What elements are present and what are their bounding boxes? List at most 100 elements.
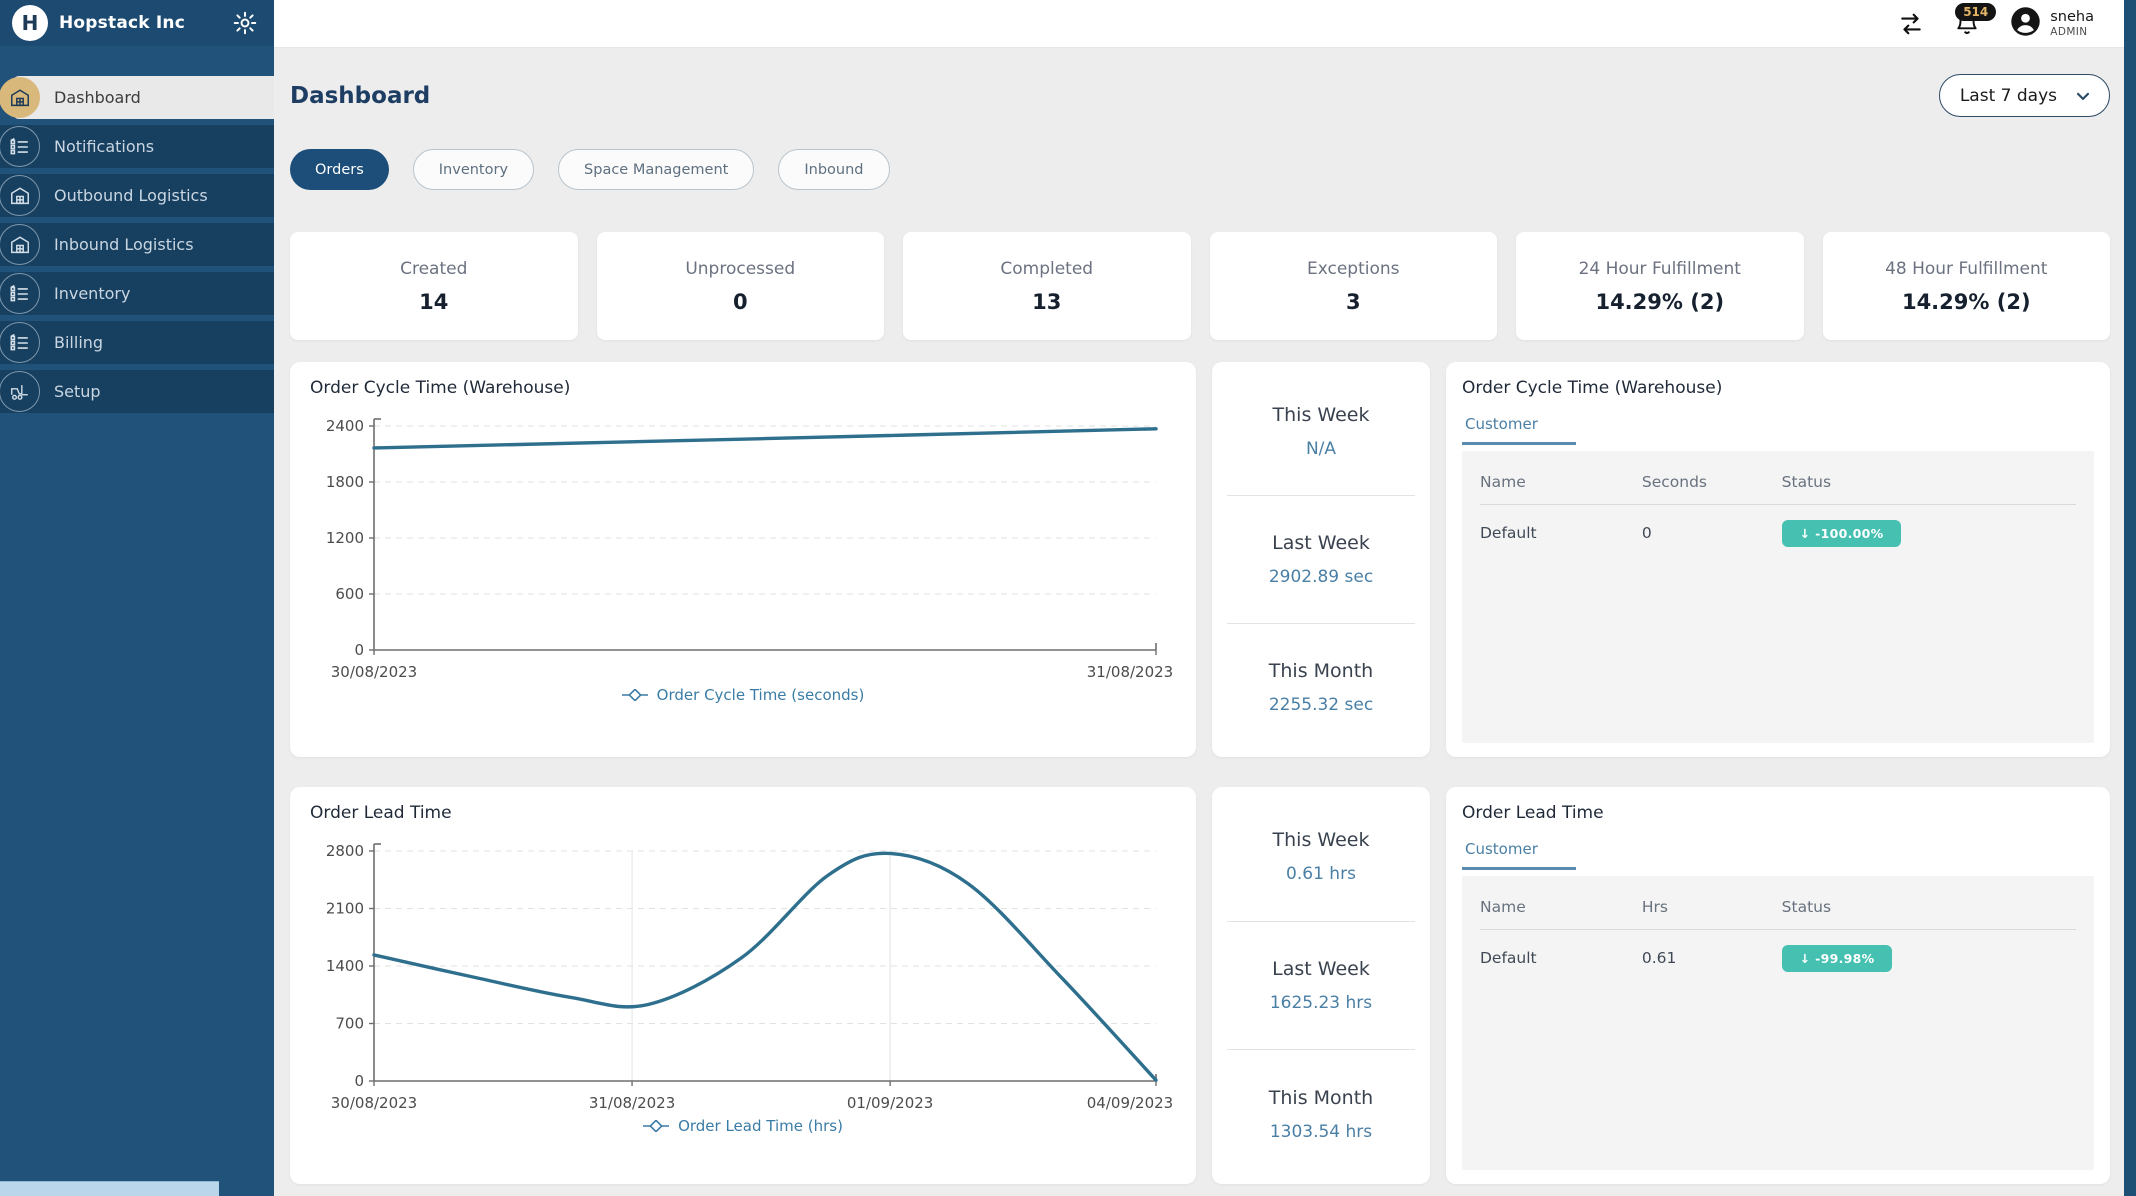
sidebar-item-label: Setup [54,382,101,401]
page-title: Dashboard [290,82,431,109]
stat-value: 14 [419,289,449,314]
warehouse-icon [0,77,40,118]
summary-this-week: This Week 0.61 hrs [1227,793,1415,922]
stat-card-unprocessed: Unprocessed 0 [596,232,884,340]
svg-text:1200: 1200 [326,529,364,547]
stat-label: 24 Hour Fulfillment [1578,258,1741,279]
date-range-value: Last 7 days [1959,85,2057,106]
avatar-icon [2010,6,2041,41]
topbar: 514 sneha ADMIN [274,0,2124,48]
summary-this-month: This Month 1303.54 hrs [1268,1086,1374,1142]
tab-inventory[interactable]: Inventory [412,149,535,190]
user-role: ADMIN [2050,26,2088,38]
warehouse-icon [0,224,40,265]
main-content: Dashboard Last 7 days Orders Inventory S… [274,48,2124,1196]
stat-value: 14.29% (2) [1901,289,2031,314]
svg-text:0: 0 [354,641,364,659]
order-cycle-time-chart-card: Order Cycle Time (Warehouse) 0 600 1200 180… [290,362,1196,757]
svg-text:2800: 2800 [326,842,364,860]
stats-row: Created 14 Unprocessed 0 Completed 13 Ex… [290,232,2110,340]
sidebar-item-label: Inbound Logistics [54,235,194,254]
svg-text:2100: 2100 [326,900,364,918]
warehouse-icon [0,175,40,216]
svg-text:2400: 2400 [326,417,364,435]
order-lead-time-chart: 0 700 1400 2100 2800 30/08/2023 31/08/2023 01/0… [326,842,1172,1112]
table-title: Order Cycle Time (Warehouse) [1462,378,1723,398]
sidebar-item-label: Inventory [54,284,131,303]
stat-card-48h-fulfillment: 48 Hour Fulfillment 14.29% (2) [1822,232,2110,340]
browser-status-tooltip [0,1181,219,1196]
stat-value: 3 [1345,289,1361,314]
legend-label: Order Lead Time (hrs) [678,1117,843,1135]
notifications-bell-icon[interactable]: 514 [1954,2,1997,37]
sidebar-item-dashboard[interactable]: Dashboard [0,76,274,119]
table-body: Name Hrs Status Default 0.61 ↓ -99.98% [1462,876,2094,1170]
tab-customer[interactable]: Customer [1462,415,1576,445]
stat-value: 13 [1032,289,1062,314]
chevron-down-icon [2076,92,2090,100]
table-header-row: Name Seconds Status [1480,457,2076,505]
status-badge: ↓ -100.00% [1781,520,1902,547]
stat-card-completed: Completed 13 [903,232,1191,340]
cycle-time-customer-table-card: Order Cycle Time (Warehouse) Customer Na… [1446,362,2110,757]
stat-label: Exceptions [1306,258,1400,279]
stat-label: Completed [1000,258,1094,279]
summary-this-month: This Month 2255.32 sec [1268,660,1374,715]
dashboard-filter-tabs: Orders Inventory Space Management Inboun… [290,149,2110,190]
summary-last-week: Last Week 2902.89 sec [1227,496,1415,624]
stat-value: 14.29% (2) [1595,289,1725,314]
forklift-icon [0,371,40,412]
sidebar-item-inventory[interactable]: Inventory [0,272,274,315]
tab-customer[interactable]: Customer [1462,840,1576,870]
sidebar-item-outbound-logistics[interactable]: Outbound Logistics [0,174,274,217]
svg-text:31/08/2023: 31/08/2023 [1087,663,1172,681]
stat-label: Unprocessed [685,258,796,279]
lead-time-customer-table-card: Order Lead Time Customer Name Hrs Status… [1446,787,2110,1184]
svg-text:1800: 1800 [326,473,364,491]
sidebar-item-setup[interactable]: Setup [0,370,274,413]
tab-inbound[interactable]: Inbound [778,149,890,190]
checklist-icon [0,322,40,363]
gear-icon[interactable] [232,10,258,36]
stat-value: 0 [732,289,748,314]
chart-title: Order Cycle Time (Warehouse) [310,378,571,398]
legend-marker-icon [621,689,648,701]
app-window: H Hopstack Inc Dashboard Notifications O… [0,0,2136,1196]
stat-card-created: Created 14 [290,232,578,340]
svg-text:31/08/2023: 31/08/2023 [589,1094,675,1112]
transfer-arrows-icon[interactable] [1898,11,1924,37]
notification-count-badge: 514 [1955,2,1997,21]
tab-orders[interactable]: Orders [290,149,389,190]
svg-text:04/09/2023: 04/09/2023 [1087,1094,1172,1112]
user-menu[interactable]: sneha ADMIN [2010,6,2094,41]
tab-space-management[interactable]: Space Management [558,149,755,190]
sidebar: H Hopstack Inc Dashboard Notifications O… [0,0,274,1196]
sidebar-item-label: Outbound Logistics [54,186,208,205]
chart-legend: Order Cycle Time (seconds) [310,686,1176,704]
svg-text:30/08/2023: 30/08/2023 [331,1094,417,1112]
order-lead-time-row: Order Lead Time 0 700 1400 2100 2800 30/08/20… [290,787,2110,1184]
chart-title: Order Lead Time [310,803,452,823]
svg-text:600: 600 [335,585,364,603]
table-body: Name Seconds Status Default 0 ↓ -100.00% [1462,451,2094,743]
sidebar-item-label: Notifications [54,137,155,156]
checklist-icon [0,126,40,167]
sidebar-item-inbound-logistics[interactable]: Inbound Logistics [0,223,274,266]
checklist-icon [0,273,40,314]
summary-last-week: Last Week 1625.23 hrs [1227,922,1415,1051]
sidebar-item-label: Billing [54,333,104,352]
summary-this-week: This Week N/A [1227,368,1415,496]
table-title: Order Lead Time [1462,803,1604,823]
table-row: Default 0 ↓ -100.00% [1480,505,2076,561]
sidebar-item-billing[interactable]: Billing [0,321,274,364]
legend-label: Order Cycle Time (seconds) [656,686,865,704]
lead-time-summary-panel: This Week 0.61 hrs Last Week 1625.23 hrs… [1212,787,1430,1184]
stat-card-24h-fulfillment: 24 Hour Fulfillment 14.29% (2) [1516,232,1804,340]
table-header-row: Name Hrs Status [1480,882,2076,930]
stat-card-exceptions: Exceptions 3 [1209,232,1497,340]
brand-name: Hopstack Inc [59,13,185,33]
date-range-dropdown[interactable]: Last 7 days [1938,74,2110,117]
sidebar-item-notifications[interactable]: Notifications [0,125,274,168]
right-scrollbar[interactable] [2124,0,2136,1196]
table-row: Default 0.61 ↓ -99.98% [1480,930,2076,986]
